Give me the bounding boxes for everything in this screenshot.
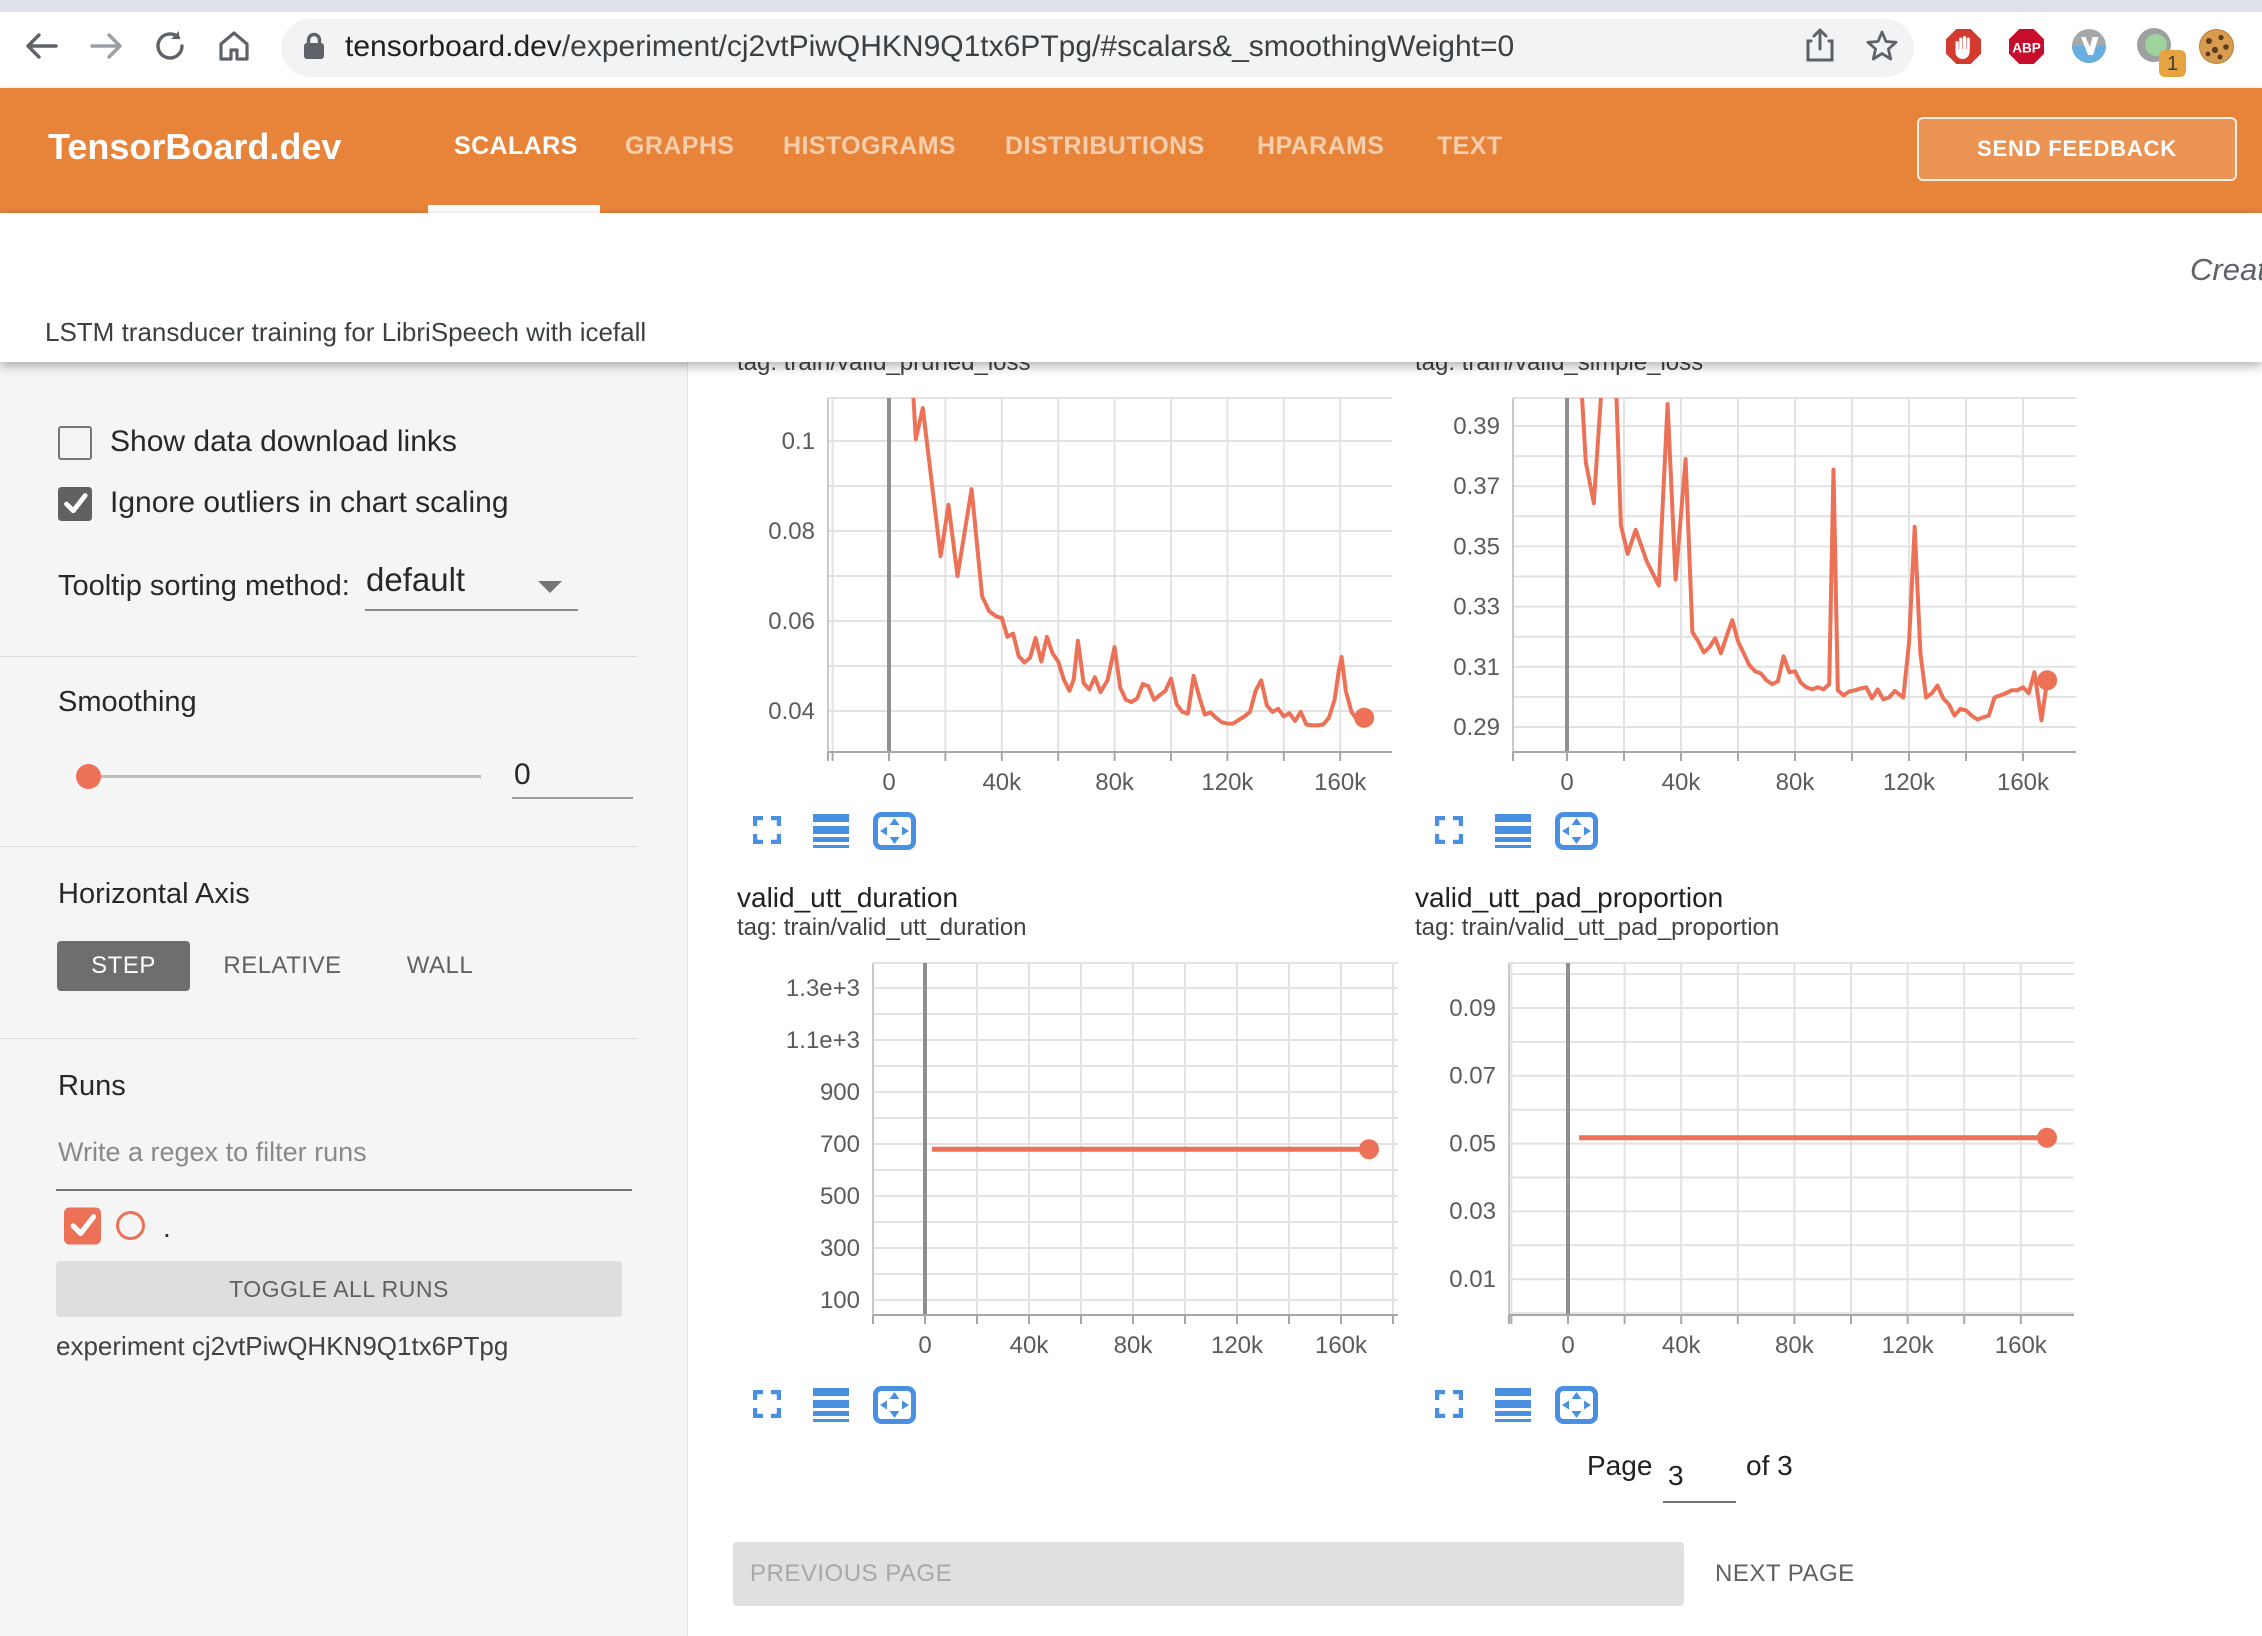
svg-text:0: 0	[1561, 1332, 1574, 1359]
svg-text:0: 0	[882, 769, 895, 796]
svg-text:120k: 120k	[1201, 769, 1254, 796]
svg-text:120k: 120k	[1882, 1332, 1935, 1359]
svg-text:80k: 80k	[1095, 769, 1135, 796]
svg-text:0.29: 0.29	[1453, 714, 1500, 741]
svg-text:1.3e+3: 1.3e+3	[786, 975, 860, 1002]
svg-text:40k: 40k	[982, 769, 1022, 796]
svg-text:0.07: 0.07	[1449, 1063, 1496, 1090]
svg-text:100: 100	[820, 1287, 860, 1314]
svg-text:1: 1	[2167, 53, 2178, 75]
svg-text:0.37: 0.37	[1453, 473, 1500, 500]
svg-text:40k: 40k	[1010, 1332, 1050, 1359]
svg-text:0.35: 0.35	[1453, 533, 1500, 560]
svg-text:900: 900	[820, 1079, 860, 1106]
svg-text:80k: 80k	[1114, 1332, 1154, 1359]
svg-text:0: 0	[918, 1332, 931, 1359]
svg-text:0.31: 0.31	[1453, 654, 1500, 681]
svg-text:0.1: 0.1	[782, 428, 815, 455]
svg-text:120k: 120k	[1883, 769, 1936, 796]
svg-text:1.1e+3: 1.1e+3	[786, 1027, 860, 1054]
svg-text:80k: 80k	[1775, 1332, 1815, 1359]
svg-text:0.33: 0.33	[1453, 594, 1500, 621]
svg-text:0.01: 0.01	[1449, 1266, 1496, 1293]
svg-text:0.39: 0.39	[1453, 413, 1500, 440]
svg-text:120k: 120k	[1211, 1332, 1264, 1359]
svg-text:500: 500	[820, 1183, 860, 1210]
svg-text:40k: 40k	[1662, 769, 1702, 796]
svg-text:700: 700	[820, 1131, 860, 1158]
svg-text:0.06: 0.06	[768, 608, 815, 635]
svg-text:0: 0	[1560, 769, 1573, 796]
svg-text:0.03: 0.03	[1449, 1198, 1496, 1225]
svg-text:40k: 40k	[1662, 1332, 1702, 1359]
svg-text:300: 300	[820, 1235, 860, 1262]
svg-text:80k: 80k	[1776, 769, 1816, 796]
svg-text:160k: 160k	[1997, 769, 2050, 796]
svg-text:160k: 160k	[1314, 769, 1367, 796]
svg-text:0.09: 0.09	[1449, 995, 1496, 1022]
svg-text:0.05: 0.05	[1449, 1131, 1496, 1158]
svg-text:0.08: 0.08	[768, 518, 815, 545]
svg-text:160k: 160k	[1995, 1332, 2048, 1359]
svg-text:160k: 160k	[1315, 1332, 1368, 1359]
svg-text:0.04: 0.04	[768, 698, 815, 725]
svg-text:ABP: ABP	[2012, 41, 2041, 56]
